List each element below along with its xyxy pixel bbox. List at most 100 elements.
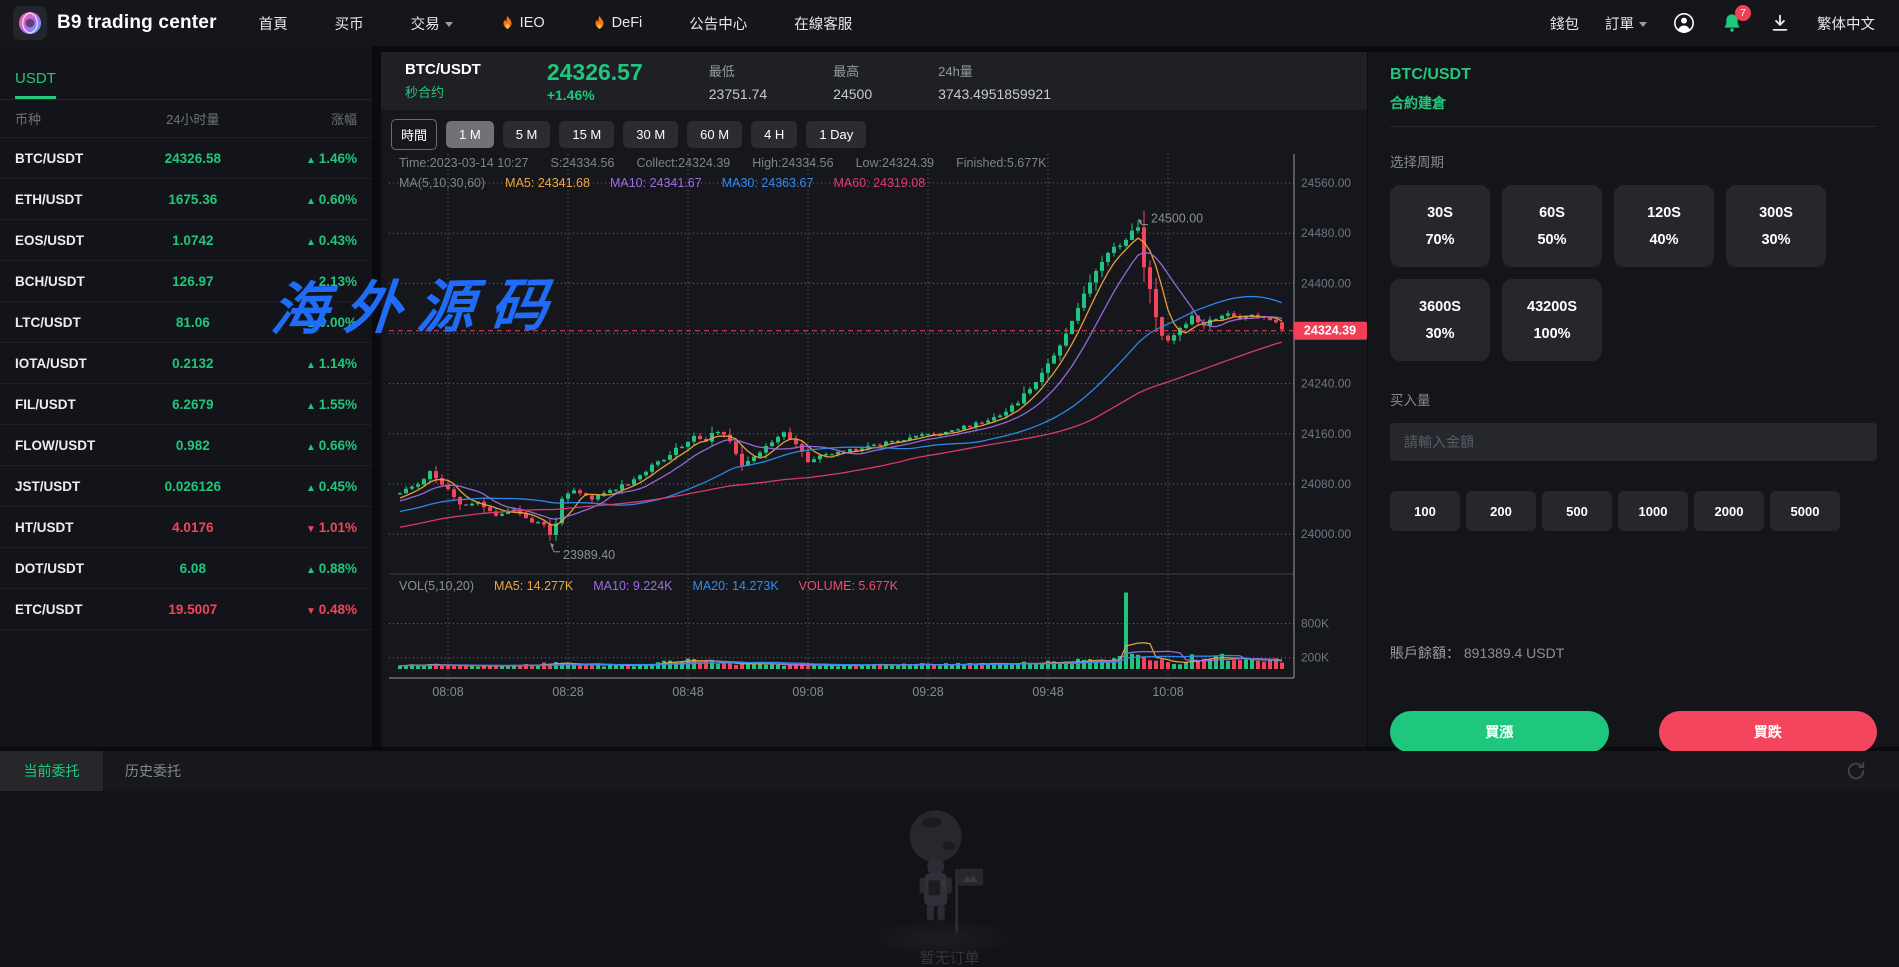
ma-label: MA(5,10,30,60) bbox=[399, 176, 485, 190]
interval-button[interactable]: 15 M bbox=[559, 121, 614, 148]
navbar: B9 trading center 首頁 买币 交易 bbox=[0, 0, 1899, 46]
market-row[interactable]: JST/USDT 0.026126 0.45% bbox=[0, 466, 372, 507]
period-rate: 70% bbox=[1425, 232, 1454, 248]
market-row[interactable]: FLOW/USDT 0.982 0.66% bbox=[0, 425, 372, 466]
svg-text:24480.00: 24480.00 bbox=[1301, 226, 1351, 240]
pair-change: 2.13% bbox=[254, 274, 357, 289]
ohlc-info-segment: Collect:24324.39 bbox=[636, 156, 730, 170]
market-row[interactable]: ETC/USDT 19.5007 0.48% bbox=[0, 589, 372, 630]
period-card[interactable]: 43200S 100% bbox=[1502, 279, 1602, 361]
language-selector[interactable]: 繁体中文 bbox=[1817, 13, 1875, 34]
time-button[interactable]: 時間 bbox=[391, 119, 437, 150]
market-row[interactable]: LTC/USDT 81.06 0.00% bbox=[0, 302, 372, 343]
nav-item[interactable]: DeFi bbox=[592, 15, 643, 31]
market-row[interactable]: DOT/USDT 6.08 0.88% bbox=[0, 548, 372, 589]
flame-icon bbox=[592, 15, 607, 31]
orders-tab[interactable]: 历史委托 bbox=[103, 751, 203, 791]
market-row[interactable]: BTC/USDT 24326.58 1.46% bbox=[0, 138, 372, 179]
buy-down-button[interactable]: 買跌 bbox=[1659, 711, 1878, 753]
market-row[interactable]: EOS/USDT 1.0742 0.43% bbox=[0, 220, 372, 261]
period-card[interactable]: 3600S 30% bbox=[1390, 279, 1490, 361]
quick-amount-button[interactable]: 500 bbox=[1542, 491, 1612, 531]
sidebar-tabs: USDT bbox=[0, 46, 372, 100]
interval-button[interactable]: 5 M bbox=[503, 121, 551, 148]
period-grid: 30S 70% 60S 50% 120S 40% 300S 30% bbox=[1390, 185, 1870, 361]
svg-text:24500.00: 24500.00 bbox=[1151, 212, 1203, 226]
pair-volume: 6.08 bbox=[131, 561, 254, 576]
quick-amount-button[interactable]: 200 bbox=[1466, 491, 1536, 531]
svg-text:08:08: 08:08 bbox=[432, 685, 463, 699]
amount-input[interactable] bbox=[1390, 423, 1877, 461]
nav-item[interactable]: 公告中心 bbox=[689, 13, 747, 34]
navbar-right: 錢包 訂單 7 繁体中文 bbox=[1550, 12, 1899, 34]
svg-text:24000.00: 24000.00 bbox=[1301, 527, 1351, 541]
brand-name[interactable]: B9 trading center bbox=[57, 12, 217, 34]
pair-volume: 126.97 bbox=[131, 274, 254, 289]
quick-amount-button[interactable]: 1000 bbox=[1618, 491, 1688, 531]
kline-chart[interactable]: 24560.0024480.0024400.0024320.0024240.00… bbox=[389, 154, 1367, 747]
market-row[interactable]: FIL/USDT 6.2679 1.55% bbox=[0, 384, 372, 425]
vol-ma10-value: MA10: 9.224K bbox=[593, 579, 672, 593]
period-card[interactable]: 30S 70% bbox=[1390, 185, 1490, 267]
nav-item[interactable]: IEO bbox=[500, 15, 545, 31]
stat-low: 最低 23751.74 bbox=[709, 61, 767, 102]
brand-logo-icon[interactable] bbox=[13, 6, 47, 40]
quick-amount-button[interactable]: 100 bbox=[1390, 491, 1460, 531]
market-row[interactable]: IOTA/USDT 0.2132 1.14% bbox=[0, 343, 372, 384]
pair-volume: 4.0176 bbox=[131, 520, 254, 535]
orders-empty-state: 暂无订单 bbox=[0, 791, 1899, 967]
pair-change: 1.46% bbox=[254, 151, 357, 166]
refresh-icon[interactable] bbox=[1845, 760, 1867, 782]
orders-tab[interactable]: 当前委托 bbox=[0, 751, 103, 791]
pair-change: 0.66% bbox=[254, 438, 357, 453]
nav-wallet[interactable]: 錢包 bbox=[1550, 13, 1579, 34]
pair-name: ETC/USDT bbox=[15, 602, 131, 617]
nav-orders[interactable]: 訂單 bbox=[1605, 13, 1647, 34]
orders-tab-bar: 当前委托 历史委托 bbox=[0, 751, 1899, 791]
market-row[interactable]: HT/USDT 4.0176 1.01% bbox=[0, 507, 372, 548]
period-card[interactable]: 60S 50% bbox=[1502, 185, 1602, 267]
balance-label: 賬戶餘額： bbox=[1390, 645, 1460, 661]
interval-button[interactable]: 60 M bbox=[687, 121, 742, 148]
svg-text:10:08: 10:08 bbox=[1152, 685, 1183, 699]
col-change: 涨幅 bbox=[254, 109, 357, 128]
pair-name: BTC/USDT bbox=[15, 151, 131, 166]
nav-item[interactable]: 交易 bbox=[411, 13, 453, 34]
notification-bell-icon[interactable]: 7 bbox=[1721, 12, 1743, 34]
pair-change: 0.60% bbox=[254, 192, 357, 207]
quick-amount-button[interactable]: 5000 bbox=[1770, 491, 1840, 531]
period-card[interactable]: 120S 40% bbox=[1614, 185, 1714, 267]
period-duration: 43200S bbox=[1527, 299, 1577, 315]
quick-amount-button[interactable]: 2000 bbox=[1694, 491, 1764, 531]
nav-item[interactable]: 在線客服 bbox=[794, 13, 852, 34]
market-row[interactable]: ETH/USDT 1675.36 0.60% bbox=[0, 179, 372, 220]
astronaut-illustration bbox=[838, 797, 1062, 967]
stat-volume: 24h量 3743.4951859921 bbox=[938, 61, 1051, 102]
trade-pair: BTC/USDT bbox=[1390, 66, 1877, 84]
interval-button[interactable]: 1 M bbox=[446, 121, 494, 148]
market-row[interactable]: BCH/USDT 126.97 2.13% bbox=[0, 261, 372, 302]
interval-toolbar: 時間 1 M 5 M 15 M 30 M 60 M 4 H 1 Day bbox=[381, 110, 1367, 150]
orders-tabs: 当前委托 历史委托 bbox=[0, 751, 203, 791]
interval-button[interactable]: 1 Day bbox=[806, 121, 866, 148]
period-label: 选择周期 bbox=[1390, 151, 1877, 171]
pair-volume: 1675.36 bbox=[131, 192, 254, 207]
ohlc-info-segment: Low:24324.39 bbox=[856, 156, 935, 170]
brand: B9 trading center bbox=[0, 6, 217, 40]
stat-volume-value: 3743.4951859921 bbox=[938, 86, 1051, 102]
tab-usdt[interactable]: USDT bbox=[15, 70, 56, 99]
pair-name: FLOW/USDT bbox=[15, 438, 131, 453]
period-card[interactable]: 300S 30% bbox=[1726, 185, 1826, 267]
market-table-header: 币种 24小时量 涨幅 bbox=[0, 100, 372, 138]
interval-button[interactable]: 30 M bbox=[623, 121, 678, 148]
pair-volume: 6.2679 bbox=[131, 397, 254, 412]
nav-item[interactable]: 首頁 bbox=[259, 13, 288, 34]
svg-text:08:48: 08:48 bbox=[672, 685, 703, 699]
stat-volume-label: 24h量 bbox=[938, 61, 1051, 80]
interval-button[interactable]: 4 H bbox=[751, 121, 797, 148]
svg-text:24160.00: 24160.00 bbox=[1301, 427, 1351, 441]
buy-up-button[interactable]: 買漲 bbox=[1390, 711, 1609, 753]
profile-icon[interactable] bbox=[1673, 12, 1695, 34]
nav-item[interactable]: 买币 bbox=[335, 13, 364, 34]
download-icon[interactable] bbox=[1769, 12, 1791, 34]
